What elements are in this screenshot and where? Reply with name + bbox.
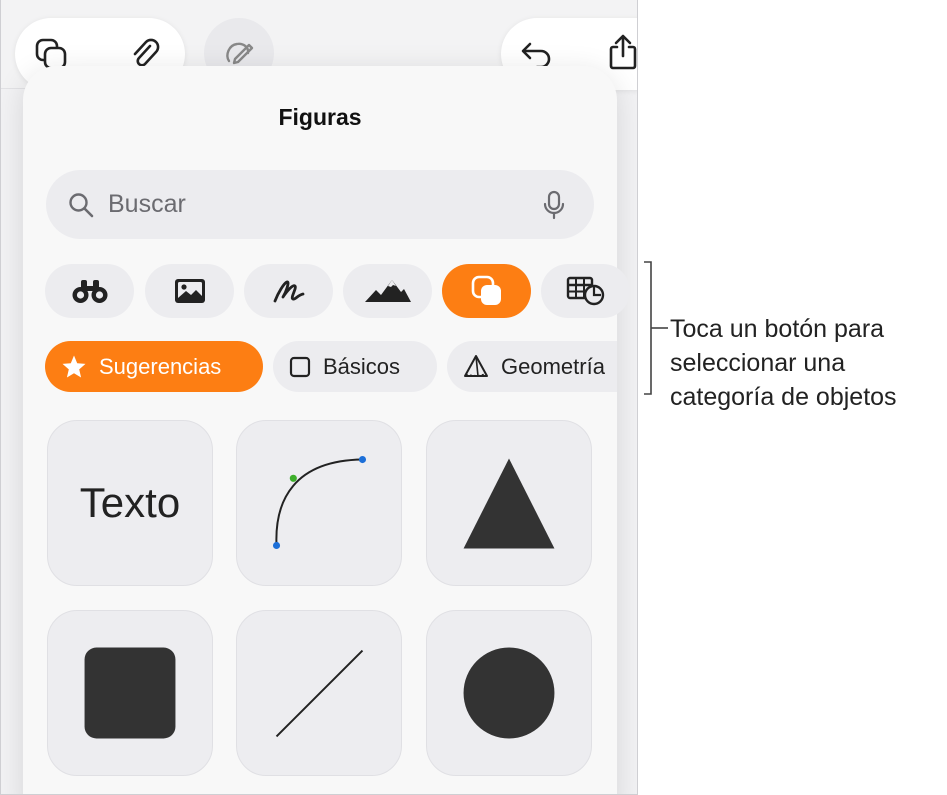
callout-leader-line xyxy=(654,327,668,329)
callout-bracket xyxy=(644,261,654,395)
callout-line-2: seleccionar una xyxy=(670,349,846,377)
photo-icon xyxy=(174,279,205,303)
category-button-tables-charts[interactable] xyxy=(541,264,630,318)
shape-tile-circle[interactable] xyxy=(426,610,592,776)
category-button-drawing[interactable] xyxy=(244,264,333,318)
search-field[interactable] xyxy=(46,170,594,239)
rounded-square-shape xyxy=(84,647,176,739)
shape-tile-line[interactable] xyxy=(236,610,402,776)
shape-tile-square[interactable] xyxy=(47,610,213,776)
chip-label: Geometría xyxy=(501,353,605,379)
category-button-shapes[interactable] xyxy=(442,264,531,318)
scribble-icon xyxy=(273,280,304,303)
table-chart-icon xyxy=(566,276,604,306)
search-icon xyxy=(69,193,94,218)
callout-text: Toca un botón para seleccionar una categ… xyxy=(670,312,897,414)
category-button-photo[interactable] xyxy=(145,264,234,318)
star-icon xyxy=(62,355,86,377)
device-screen: Figuras Buscar Sugerencias Básicos Geome… xyxy=(0,0,638,795)
callout-line-3: categoría de objetos xyxy=(670,383,897,411)
search-input[interactable] xyxy=(108,170,508,239)
chip-label: Básicos xyxy=(323,353,401,379)
shape-tile-text[interactable]: Texto xyxy=(47,420,213,586)
popover-title: Figuras xyxy=(278,104,362,130)
shape-tile-triangle[interactable] xyxy=(426,420,592,586)
shapes-popover: Figuras Buscar Sugerencias Básicos Geome… xyxy=(23,66,630,794)
category-button-landscape[interactable] xyxy=(343,264,432,318)
pyramid-icon xyxy=(464,354,488,377)
chip-sugerencias[interactable]: Sugerencias xyxy=(45,341,263,392)
category-button-binoculars[interactable] xyxy=(45,264,134,318)
microphone-icon[interactable] xyxy=(543,190,565,220)
binoculars-icon xyxy=(72,280,107,303)
chip-label: Sugerencias xyxy=(99,353,222,379)
triangle-shape xyxy=(463,458,555,549)
square-outline-icon xyxy=(289,356,311,377)
callout-line-1: Toca un botón para xyxy=(670,315,885,343)
line-shape xyxy=(275,649,364,738)
shapes-icon xyxy=(471,275,501,305)
chip-basicos[interactable]: Básicos xyxy=(273,341,437,392)
shape-tile-curve[interactable] xyxy=(236,420,402,586)
shape-text-label: Texto xyxy=(79,479,181,526)
share-icon[interactable] xyxy=(603,32,637,72)
circle-shape xyxy=(463,647,555,739)
chip-geometria[interactable]: Geometría xyxy=(447,341,617,392)
curve-line-shape xyxy=(272,455,367,550)
mountains-icon xyxy=(364,280,411,302)
